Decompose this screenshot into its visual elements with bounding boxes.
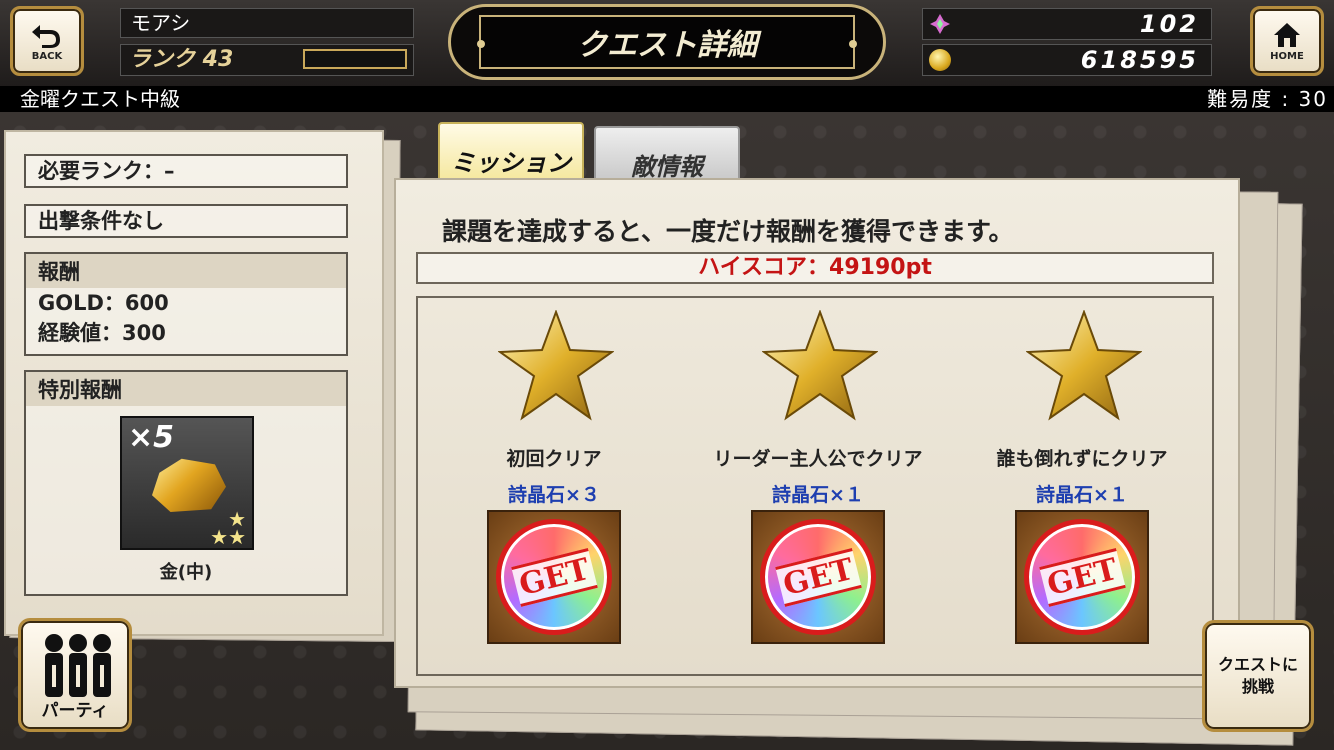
mission-item: 誰も倒れずにクリア 詩晶石×１ GET xyxy=(962,298,1202,678)
reward-gold: GOLD：600 xyxy=(38,291,169,315)
star-icon xyxy=(762,310,878,421)
mission-description: 課題を達成すると、一度だけ報酬を獲得できます。 xyxy=(442,217,1014,246)
quest-name: 金曜クエスト中級 xyxy=(20,87,180,111)
get-label: GET xyxy=(510,547,598,607)
crystal-icon xyxy=(930,14,950,34)
challenge-quest-button[interactable]: クエストに 挑戦 xyxy=(1202,620,1314,732)
reward-exp: 経験値：300 xyxy=(38,321,166,345)
get-stamp-card: GET xyxy=(751,510,885,644)
party-members-icon xyxy=(45,634,111,697)
get-stamp-card: GET xyxy=(487,510,621,644)
back-button[interactable]: BACK xyxy=(10,6,84,76)
required-rank: 必要ランク：– xyxy=(38,159,175,183)
rank-exp-bar xyxy=(303,49,407,69)
mission-item: リーダー主人公でクリア 詩晶石×１ GET xyxy=(698,298,938,678)
top-bar: BACK モアシ ランク 43 クエスト詳細 102 618595 HOME xyxy=(0,0,1334,88)
mission-item: 初回クリア 詩晶石×３ GET xyxy=(434,298,674,678)
player-name: モアシ xyxy=(120,8,414,38)
mission-label: 初回クリア xyxy=(506,448,602,470)
special-reward-header: 特別報酬 xyxy=(26,372,346,406)
home-icon xyxy=(1274,22,1300,47)
gold-count: 618595 xyxy=(1080,46,1199,74)
mission-label: リーダー主人公でクリア xyxy=(713,448,923,470)
reward-header: 報酬 xyxy=(26,254,346,288)
get-label: GET xyxy=(774,547,862,607)
mission-reward: 詩晶石×３ xyxy=(508,484,600,506)
required-rank-box: 必要ランク：– xyxy=(24,154,348,188)
ornament-dot xyxy=(477,40,485,48)
mission-reward: 詩晶石×１ xyxy=(1036,484,1128,506)
sortie-condition: 出撃条件なし xyxy=(38,209,164,233)
gold-coin-icon xyxy=(929,49,951,71)
get-stamp-card: GET xyxy=(1015,510,1149,644)
crystal-counter: 102 xyxy=(922,8,1212,40)
get-stamp-icon: GET xyxy=(496,519,612,635)
get-stamp-icon: GET xyxy=(760,519,876,635)
sortie-condition-box: 出撃条件なし xyxy=(24,204,348,238)
mission-list: 初回クリア 詩晶石×３ GET リーダー主人公でクリア 詩晶石×１ GET 誰も… xyxy=(416,296,1214,676)
mission-panel: 課題を達成すると、一度だけ報酬を獲得できます。 ハイスコア：49190pt 初回… xyxy=(394,178,1240,688)
gold-counter: 618595 xyxy=(922,44,1212,76)
special-reward-item[interactable]: ×5 ★ ★★ xyxy=(120,416,254,550)
crystal-count: 102 xyxy=(1139,10,1199,38)
rarity-stars-icon: ★ ★★ xyxy=(210,507,246,549)
challenge-label-line2: 挑戦 xyxy=(1241,677,1274,696)
home-button[interactable]: HOME xyxy=(1250,6,1324,76)
high-score: ハイスコア：49190pt xyxy=(416,252,1214,284)
item-name: 金(中) xyxy=(159,562,213,583)
item-count: ×5 xyxy=(128,420,175,455)
page-title: クエスト詳細 xyxy=(479,15,855,69)
rank-text: ランク 43 xyxy=(129,47,234,72)
party-button[interactable]: パーティ xyxy=(18,618,132,732)
get-label: GET xyxy=(1038,547,1126,607)
party-label: パーティ xyxy=(41,701,109,721)
star-icon xyxy=(1026,310,1142,421)
challenge-label: クエストに 挑戦 xyxy=(1218,654,1298,698)
home-label: HOME xyxy=(1270,50,1304,62)
ornament-dot xyxy=(849,40,857,48)
get-stamp-icon: GET xyxy=(1024,519,1140,635)
back-label: BACK xyxy=(31,50,63,62)
reward-box: 報酬 GOLD：600 経験値：300 xyxy=(24,252,348,356)
challenge-label-line1: クエストに xyxy=(1217,655,1298,674)
back-arrow-icon xyxy=(32,24,60,48)
star-icon xyxy=(498,310,614,421)
rank-display: ランク 43 xyxy=(120,44,414,76)
mission-label: 誰も倒れずにクリア xyxy=(996,448,1168,470)
gold-nugget-icon xyxy=(152,458,226,512)
quest-requirements-panel: 必要ランク：– 出撃条件なし 報酬 GOLD：600 経験値：300 特別報酬 … xyxy=(4,130,384,636)
mission-reward: 詩晶石×１ xyxy=(772,484,864,506)
title-plate: クエスト詳細 xyxy=(448,4,886,80)
difficulty: 難易度 : 30 xyxy=(1207,87,1328,111)
quest-info-bar: 金曜クエスト中級 難易度 : 30 xyxy=(0,86,1334,112)
special-reward-box: 特別報酬 ×5 ★ ★★ 金(中) xyxy=(24,370,348,596)
